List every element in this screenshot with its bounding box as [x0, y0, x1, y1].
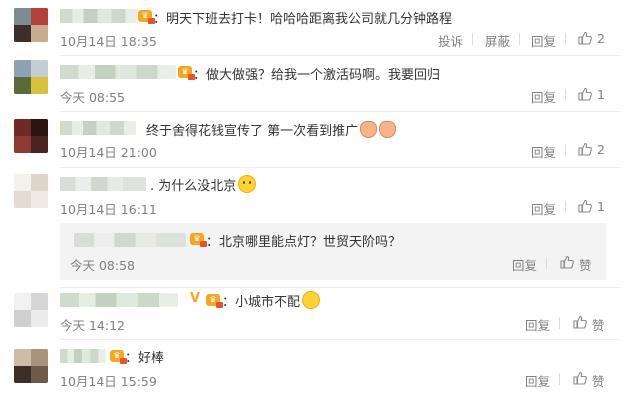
laugh-emoji-icon	[302, 291, 321, 309]
divider	[559, 317, 560, 329]
like-count: 2	[597, 142, 605, 157]
comment-time: 今天 14:12	[60, 318, 125, 333]
comment-time: 10月14日 15:59	[60, 374, 157, 389]
username[interactable]	[74, 233, 186, 247]
bow-emoji-icon	[360, 121, 378, 138]
comment-text: ：明天下班去打卡！哈哈哈距离我公司就几分钟路程	[153, 12, 453, 27]
comment-time: 今天 08:55	[60, 90, 125, 105]
comment-text: ：做大做强？给我一个激活码啊。我要回归	[193, 68, 441, 83]
comment-item: ♛ ：好棒 10月14日 15:59 回复 赞	[0, 344, 629, 404]
thumbs-up-icon[interactable]	[577, 30, 593, 46]
divider	[559, 373, 560, 385]
divider	[565, 33, 566, 45]
membership-badge-icon: ♛	[178, 66, 195, 80]
divider	[546, 257, 547, 269]
divider	[565, 201, 566, 213]
reply-button[interactable]: 回复	[531, 142, 556, 161]
membership-badge-icon: ♛	[138, 10, 155, 24]
avatar[interactable]	[14, 293, 48, 327]
reply-time: 今天 08:58	[70, 258, 135, 273]
comment-item: . 为什么没北京 10月14日 16:11 回复 1 ♛ ：北京哪里能点灯？世贸…	[0, 168, 629, 288]
block-button[interactable]: 屏蔽	[485, 31, 510, 50]
avatar[interactable]	[14, 349, 48, 383]
thumbs-up-icon[interactable]	[577, 86, 593, 102]
avatar[interactable]	[14, 174, 48, 208]
thumbs-up-icon[interactable]	[577, 141, 593, 157]
username[interactable]	[60, 293, 178, 307]
like-count: 1	[597, 87, 605, 102]
comment-item: 终于舍得花钱宣传了 第一次看到推广 10月14日 21:00 回复 2	[0, 112, 629, 168]
reply-button[interactable]: 回复	[531, 199, 556, 218]
reply-button[interactable]: 回复	[525, 315, 550, 334]
comment-text: 终于舍得花钱宣传了 第一次看到推广	[146, 120, 397, 139]
avatar[interactable]	[14, 8, 48, 42]
divider	[565, 89, 566, 101]
like-count: 1	[597, 199, 605, 214]
thumbs-up-icon[interactable]	[577, 198, 593, 214]
comment-text: ：好棒	[125, 351, 165, 366]
username[interactable]	[60, 349, 106, 363]
avatar[interactable]	[14, 119, 48, 153]
username[interactable]	[60, 9, 138, 23]
bow-emoji-icon	[379, 121, 397, 138]
like-button-label[interactable]: 赞	[579, 255, 592, 274]
divider	[565, 144, 566, 156]
username[interactable]	[60, 121, 136, 135]
comment-time: 10月14日 21:00	[60, 145, 157, 160]
comment-item: V ♛ ：小城市不配 今天 14:12 回复 赞	[0, 288, 629, 344]
divider	[472, 33, 473, 45]
membership-badge-icon: ♛	[190, 233, 207, 247]
username[interactable]	[60, 177, 146, 191]
report-button[interactable]: 投诉	[438, 31, 463, 50]
avatar[interactable]	[14, 60, 48, 94]
comment-time: 10月14日 18:35	[60, 34, 157, 49]
reply-item: ♛ ：北京哪里能点灯？世贸天阶吗？ 今天 08:58 回复 赞	[60, 223, 606, 280]
like-button-label[interactable]: 赞	[592, 371, 605, 390]
membership-badge-icon: ♛	[110, 350, 127, 364]
reply-button[interactable]: 回复	[525, 371, 550, 390]
reply-button[interactable]: 回复	[531, 87, 556, 106]
thumbs-up-icon[interactable]	[572, 314, 588, 330]
membership-badge-icon: ♛	[206, 294, 223, 308]
divider	[519, 33, 520, 45]
comment-time: 10月14日 16:11	[60, 202, 157, 217]
verified-v-icon: V	[190, 291, 201, 306]
smile-emoji-icon	[238, 175, 257, 193]
username[interactable]	[60, 65, 176, 79]
thumbs-up-icon[interactable]	[559, 254, 575, 270]
comment-text: ：小城市不配	[222, 291, 321, 310]
thumbs-up-icon[interactable]	[572, 370, 588, 386]
like-count: 2	[597, 31, 605, 46]
divider	[60, 339, 621, 340]
comment-item: ♛ ：明天下班去打卡！哈哈哈距离我公司就几分钟路程 10月14日 18:35 投…	[0, 0, 629, 56]
reply-text: ：北京哪里能点灯？世贸天阶吗？	[206, 235, 402, 250]
comment-text: . 为什么没北京	[150, 175, 257, 194]
reply-button[interactable]: 回复	[512, 255, 537, 274]
comment-item: ♛ ：做大做强？给我一个激活码啊。我要回归 今天 08:55 回复 1	[0, 56, 629, 112]
like-button-label[interactable]: 赞	[592, 315, 605, 334]
reply-button[interactable]: 回复	[531, 31, 556, 50]
